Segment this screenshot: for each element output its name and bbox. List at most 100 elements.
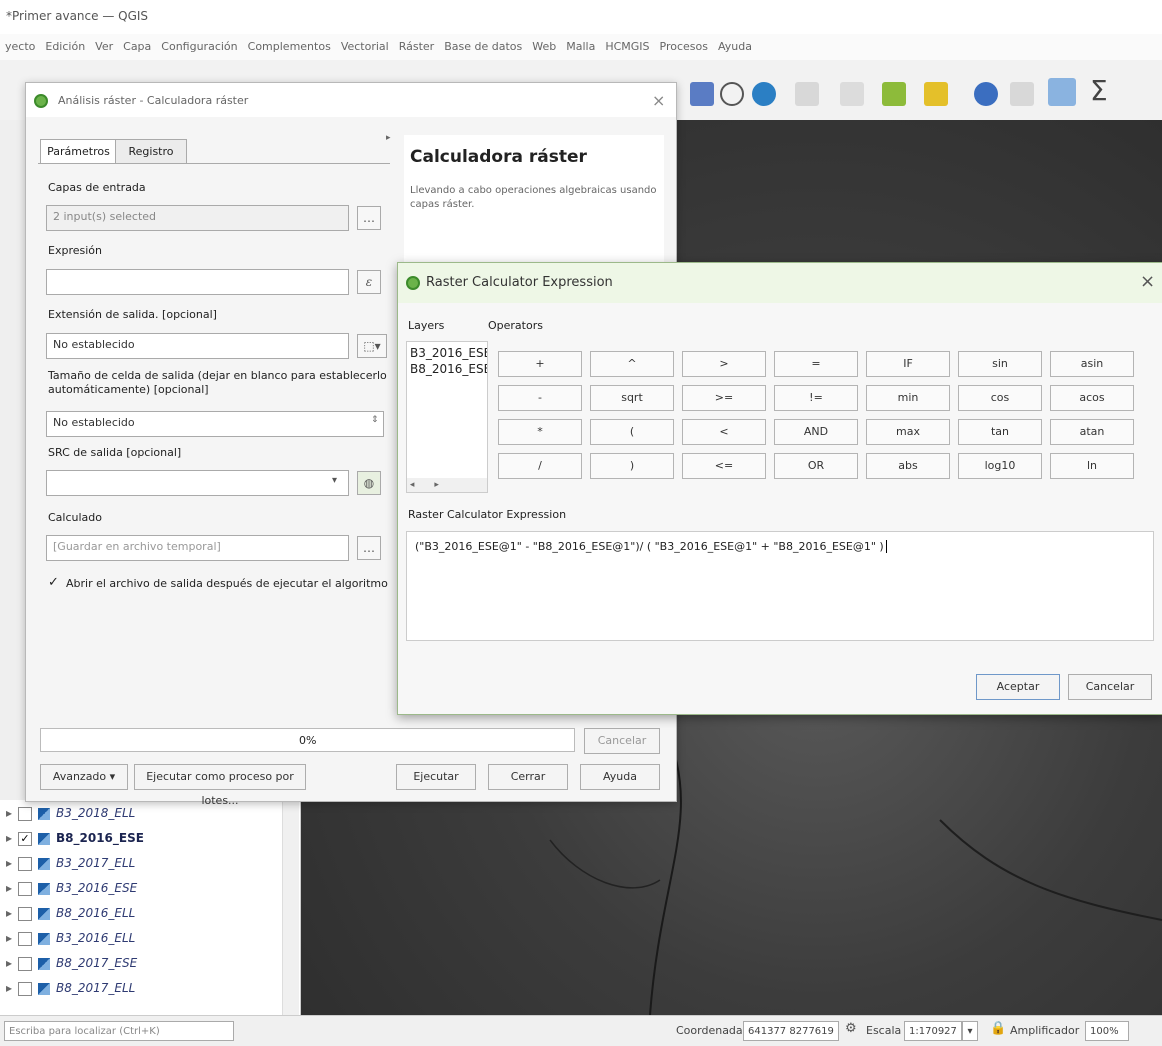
menu-procesos[interactable]: Procesos: [655, 34, 713, 53]
field-calc-icon[interactable]: [840, 82, 864, 106]
operator-min-button[interactable]: min: [866, 385, 950, 411]
operator-sqrt-button[interactable]: sqrt: [590, 385, 674, 411]
scale-dropdown-chevron-icon[interactable]: ▾: [962, 1021, 978, 1041]
menu-proyecto[interactable]: yecto: [0, 34, 40, 53]
menu-hcmgis[interactable]: HCMGIS: [600, 34, 654, 53]
layer-item[interactable]: ▸ B8_2017_ESE: [6, 956, 137, 976]
sum-icon[interactable]: Σ: [1090, 74, 1108, 107]
operator-atan-button[interactable]: atan: [1050, 419, 1134, 445]
layer-checkbox[interactable]: ✓: [18, 831, 32, 846]
cancel-progress-button[interactable]: Cancelar: [584, 728, 660, 754]
output-file-field[interactable]: [Guardar en archivo temporal]: [46, 535, 349, 561]
layer-checkbox[interactable]: [18, 806, 32, 821]
crs-globe-icon[interactable]: ◍: [357, 471, 381, 495]
layer-item[interactable]: ▸ B3_2016_ELL: [6, 931, 135, 951]
menu-capa[interactable]: Capa: [118, 34, 156, 53]
layer-checkbox[interactable]: [18, 906, 32, 921]
splitter-handle[interactable]: ▸: [386, 133, 392, 693]
operator-divide-button[interactable]: /: [498, 453, 582, 479]
operator-lt-button[interactable]: <: [682, 419, 766, 445]
expression-textarea[interactable]: ("B3_2016_ESE@1" - "B8_2016_ESE@1")/ ( "…: [406, 531, 1154, 641]
layer-checkbox[interactable]: [18, 931, 32, 946]
deselect-icon[interactable]: [924, 82, 948, 106]
layer-list-item[interactable]: B3_2016_ESE: [410, 346, 487, 360]
input-layers-browse-button[interactable]: …: [357, 206, 381, 230]
crs-dropdown-chevron-icon[interactable]: ▾: [332, 475, 337, 486]
expression-epsilon-icon[interactable]: ε: [357, 270, 381, 294]
layer-item[interactable]: ▸ B3_2016_ESE: [6, 881, 137, 901]
cancel-button[interactable]: Cancelar: [1068, 674, 1152, 700]
layer-checkbox[interactable]: [18, 981, 32, 996]
crs-select[interactable]: [46, 470, 349, 496]
batch-process-button[interactable]: Ejecutar como proceso por lotes...: [134, 764, 306, 807]
layout-icon[interactable]: [690, 82, 714, 106]
advanced-button[interactable]: Avanzado ▾: [40, 764, 128, 790]
output-browse-button[interactable]: …: [357, 536, 381, 560]
magnifier-field[interactable]: 100%: [1085, 1021, 1129, 1041]
operator-if-button[interactable]: IF: [866, 351, 950, 377]
run-button[interactable]: Ejecutar: [396, 764, 476, 790]
layer-item[interactable]: ▸ ✓ B8_2016_ESE: [6, 831, 144, 851]
close-button[interactable]: Cerrar: [488, 764, 568, 790]
identify-icon[interactable]: [974, 82, 998, 106]
operator-open-paren-button[interactable]: (: [590, 419, 674, 445]
layer-checkbox[interactable]: [18, 881, 32, 896]
cellsize-spinbox[interactable]: No establecido: [46, 411, 384, 437]
operator-asin-button[interactable]: asin: [1050, 351, 1134, 377]
operator-max-button[interactable]: max: [866, 419, 950, 445]
operator-multiply-button[interactable]: *: [498, 419, 582, 445]
close-icon[interactable]: ×: [652, 91, 665, 110]
layer-item[interactable]: ▸ B8_2017_ELL: [6, 981, 135, 1001]
operator-ln-button[interactable]: ln: [1050, 453, 1134, 479]
layer-checkbox[interactable]: [18, 856, 32, 871]
operator-plus-button[interactable]: +: [498, 351, 582, 377]
operator-lte-button[interactable]: <=: [682, 453, 766, 479]
layer-item[interactable]: ▸ B8_2016_ELL: [6, 906, 135, 926]
menu-malla[interactable]: Malla: [561, 34, 600, 53]
extent-field[interactable]: No establecido: [46, 333, 349, 359]
input-layers-field[interactable]: 2 input(s) selected: [46, 205, 349, 231]
coordinate-field[interactable]: 641377 8277619: [743, 1021, 839, 1041]
layers-scrollbar[interactable]: [282, 800, 299, 1015]
refresh-icon[interactable]: [752, 82, 776, 106]
menu-vectorial[interactable]: Vectorial: [336, 34, 394, 53]
menu-complementos[interactable]: Complementos: [243, 34, 336, 53]
operator-acos-button[interactable]: acos: [1050, 385, 1134, 411]
layer-checkbox[interactable]: [18, 956, 32, 971]
operator-minus-button[interactable]: -: [498, 385, 582, 411]
tab-registro[interactable]: Registro: [115, 139, 187, 164]
operator-gt-button[interactable]: >: [682, 351, 766, 377]
menu-raster[interactable]: Ráster: [394, 34, 439, 53]
operator-log10-button[interactable]: log10: [958, 453, 1042, 479]
toggle-extents-icon[interactable]: ⚙: [845, 1021, 857, 1036]
close-icon[interactable]: ×: [1140, 271, 1155, 292]
operator-or-button[interactable]: OR: [774, 453, 858, 479]
spinbox-arrows-icon[interactable]: ⇕: [371, 415, 379, 425]
operator-gte-button[interactable]: >=: [682, 385, 766, 411]
extent-select-icon[interactable]: ⬚▾: [357, 334, 387, 358]
locator-search-input[interactable]: Escriba para localizar (Ctrl+K): [4, 1021, 234, 1041]
layers-hscrollbar[interactable]: ◂ ▸: [407, 478, 487, 492]
menu-configuracion[interactable]: Configuración: [156, 34, 242, 53]
add-feature-icon[interactable]: [882, 82, 906, 106]
open-output-checkbox[interactable]: ✓: [48, 575, 59, 590]
expression-input[interactable]: [46, 269, 349, 295]
clock-icon[interactable]: [720, 82, 744, 106]
settings-gear-icon[interactable]: [1048, 78, 1076, 106]
help-button[interactable]: Ayuda: [580, 764, 660, 790]
operator-eq-button[interactable]: =: [774, 351, 858, 377]
layer-item[interactable]: ▸ B3_2018_ELL: [6, 806, 135, 826]
menu-ayuda[interactable]: Ayuda: [713, 34, 757, 53]
operator-cos-button[interactable]: cos: [958, 385, 1042, 411]
scale-field[interactable]: 1:170927: [904, 1021, 962, 1041]
menu-ver[interactable]: Ver: [90, 34, 118, 53]
ok-button[interactable]: Aceptar: [976, 674, 1060, 700]
menu-base-de-datos[interactable]: Base de datos: [439, 34, 527, 53]
tab-parametros[interactable]: Parámetros: [40, 139, 117, 164]
menu-web[interactable]: Web: [527, 34, 561, 53]
menu-edicion[interactable]: Edición: [40, 34, 90, 53]
select-icon[interactable]: [795, 82, 819, 106]
operator-power-button[interactable]: ^: [590, 351, 674, 377]
operator-neq-button[interactable]: !=: [774, 385, 858, 411]
operator-abs-button[interactable]: abs: [866, 453, 950, 479]
